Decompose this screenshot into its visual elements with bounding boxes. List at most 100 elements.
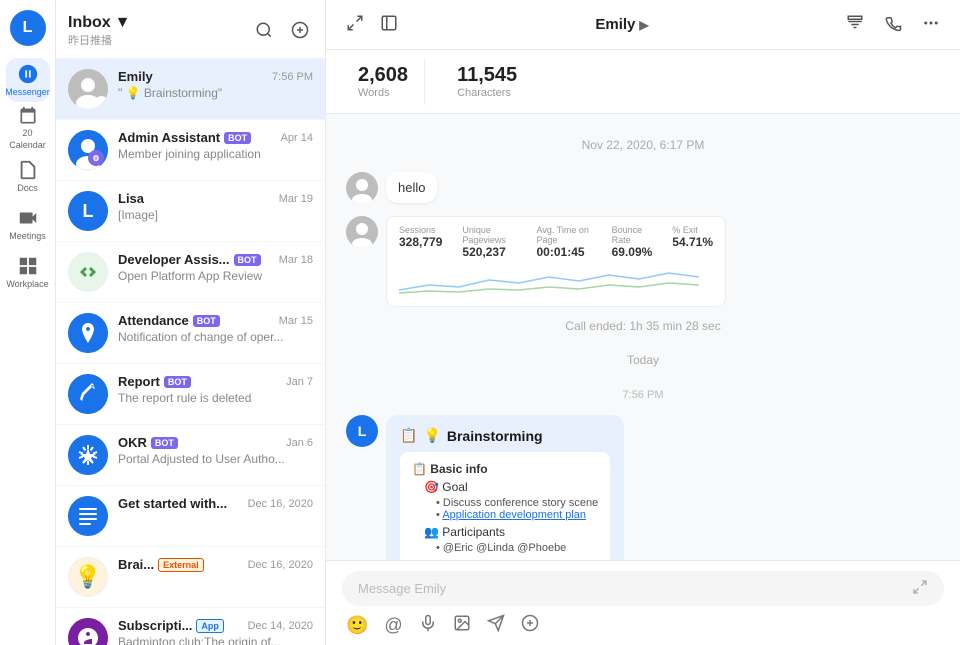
message-time: 7:56 PM (346, 389, 940, 401)
admin-name: Admin Assistant BOT (118, 130, 251, 145)
conv-item-report[interactable]: Report BOT Jan 7 The report rule is dele… (56, 364, 325, 425)
stat-words-value: 2,608 (358, 64, 408, 87)
conv-content-brainstorming: Brai... External Dec 16, 2020 (118, 557, 313, 572)
report-preview: The report rule is deleted (118, 391, 288, 405)
add-button[interactable] (521, 614, 539, 637)
chat-input-area: Message Emily 🙂 @ (326, 560, 960, 645)
chat-toolbar: 🙂 @ (342, 614, 944, 637)
inbox-subtitle: 昨日推播 (68, 32, 131, 48)
conv-content-emily: Emily 7:56 PM " 💡 Brainstorming" (118, 69, 313, 100)
conv-avatar-report (68, 374, 108, 414)
chat-contact-name: Emily ▶ (595, 16, 648, 33)
compose-button[interactable] (287, 17, 313, 46)
layout-icon[interactable] (376, 10, 402, 39)
more-options-button[interactable] (918, 10, 944, 39)
calendar-text-label: Calendar (9, 140, 46, 150)
chat-header-left (342, 10, 402, 39)
conv-item-get-started[interactable]: Get started with... Dec 16, 2020 (56, 486, 325, 547)
image-button[interactable] (453, 614, 471, 637)
conv-avatar-okr (68, 435, 108, 475)
sidebar-item-calendar[interactable]: 20 Calendar (6, 106, 50, 150)
chat-header: Emily ▶ (326, 0, 960, 50)
emily-status-badge: ○ (95, 96, 108, 109)
goal-item-1: • Discuss conference story scene (436, 497, 598, 509)
brainstorm-basic-info: 📋 Basic info 🎯 Goal • Discuss conference… (412, 462, 598, 554)
participants: • @Eric @Linda @Phoebe (424, 542, 598, 554)
docs-label: Docs (17, 183, 38, 193)
lisa-name: Lisa (118, 191, 144, 206)
chat-messages: Nov 22, 2020, 6:17 PM hello Sessions 328… (326, 114, 960, 560)
brainstorming-time: Dec 16, 2020 (248, 559, 313, 571)
conv-content-attendance: Attendance BOT Mar 15 Notification of ch… (118, 313, 313, 344)
conv-avatar-brainstorming: 💡 (68, 557, 108, 597)
okr-preview: Portal Adjusted to User Autho... (118, 452, 288, 466)
chat-input-box[interactable]: Message Emily (342, 571, 944, 606)
send-button[interactable] (487, 614, 505, 637)
emily-chat-avatar-2 (346, 216, 378, 248)
conv-item-attendance[interactable]: Attendance BOT Mar 15 Notification of ch… (56, 303, 325, 364)
conv-content-lisa: Lisa Mar 19 [Image] (118, 191, 313, 222)
message-placeholder: Message Emily (358, 581, 446, 596)
expand-input-button[interactable] (912, 579, 928, 598)
sidebar-item-workplace[interactable]: Workplace (6, 250, 50, 294)
inbox-title: Inbox ▼ (68, 14, 131, 32)
sidebar-item-docs[interactable]: Docs (6, 154, 50, 198)
mention-button[interactable]: @ (384, 615, 402, 636)
conv-item-developer[interactable]: Developer Assis... BOT Mar 18 Open Platf… (56, 242, 325, 303)
get-started-name: Get started with... (118, 496, 227, 511)
developer-time: Mar 18 (279, 254, 313, 266)
metric-unique: Unique Pageviews 520,237 (462, 225, 516, 259)
analytics-metrics-row: Sessions 328,779 Unique Pageviews 520,23… (399, 225, 713, 259)
search-msg-button[interactable] (842, 10, 868, 39)
conv-content-admin: Admin Assistant BOT Apr 14 Member joinin… (118, 130, 313, 161)
attendance-name: Attendance BOT (118, 313, 220, 328)
conv-item-lisa[interactable]: L Lisa Mar 19 [Image] (56, 181, 325, 242)
inbox-panel: Inbox ▼ 昨日推播 ○ Emily 7:56 PM (56, 0, 326, 645)
contact-dropdown-icon[interactable]: ▶ (639, 18, 648, 32)
inbox-dropdown-icon[interactable]: ▼ (115, 14, 131, 32)
lisa-time: Mar 19 (279, 193, 313, 205)
inbox-title-group: Inbox ▼ 昨日推播 (68, 14, 131, 48)
sidebar-item-messenger[interactable]: Messenger (6, 58, 50, 102)
attendance-time: Mar 15 (279, 315, 313, 327)
subscriptions-app-badge: App (196, 619, 224, 633)
expand-icon[interactable] (342, 10, 368, 39)
conv-avatar-get-started (68, 496, 108, 536)
svg-text:L: L (83, 201, 94, 221)
chat-main: Emily ▶ 2,608 Words 11,545 Characters (326, 0, 960, 645)
conv-avatar-attendance (68, 313, 108, 353)
okr-bot-badge: BOT (151, 437, 178, 449)
stat-characters-label: Characters (457, 87, 511, 99)
conv-item-emily[interactable]: ○ Emily 7:56 PM " 💡 Brainstorming" (56, 59, 325, 120)
okr-time: Jan 6 (286, 437, 313, 449)
emoji-button[interactable]: 🙂 (346, 615, 368, 636)
conv-item-brainstorming[interactable]: 💡 Brai... External Dec 16, 2020 (56, 547, 325, 608)
report-name: Report BOT (118, 374, 191, 389)
conversation-list: ○ Emily 7:56 PM " 💡 Brainstorming" ⚙ Adm… (56, 59, 325, 645)
call-button[interactable] (880, 10, 906, 39)
search-button[interactable] (251, 17, 277, 46)
inbox-header: Inbox ▼ 昨日推播 (56, 0, 325, 59)
message-analytics: Sessions 328,779 Unique Pageviews 520,23… (346, 216, 940, 307)
date-divider-today: Today (346, 353, 940, 367)
attendance-preview: Notification of change of oper... (118, 330, 288, 344)
conv-item-admin[interactable]: ⚙ Admin Assistant BOT Apr 14 Member join… (56, 120, 325, 181)
goal-item-2: • Application development plan (436, 509, 598, 521)
stat-words: 2,608 Words (342, 58, 425, 105)
app-dev-link[interactable]: Application development plan (442, 509, 586, 521)
conv-avatar-lisa: L (68, 191, 108, 231)
stat-words-label: Words (358, 87, 390, 99)
attendance-bot-badge: BOT (193, 315, 220, 327)
get-started-time: Dec 16, 2020 (248, 498, 313, 510)
conv-item-okr[interactable]: OKR BOT Jan 6 Portal Adjusted to User Au… (56, 425, 325, 486)
stat-characters: 11,545 Characters (441, 58, 533, 105)
stat-characters-value: 11,545 (457, 64, 517, 87)
sidebar-item-meetings[interactable]: Meetings (6, 202, 50, 246)
call-ended: Call ended: 1h 35 min 28 sec (346, 319, 940, 333)
message-hello: hello (346, 172, 940, 204)
voice-button[interactable] (419, 614, 437, 637)
admin-bot-badge: BOT (224, 132, 251, 144)
report-time: Jan 7 (286, 376, 313, 388)
developer-name: Developer Assis... BOT (118, 252, 261, 267)
conv-item-subscriptions[interactable]: Subscripti... App Dec 14, 2020 Badminton… (56, 608, 325, 645)
